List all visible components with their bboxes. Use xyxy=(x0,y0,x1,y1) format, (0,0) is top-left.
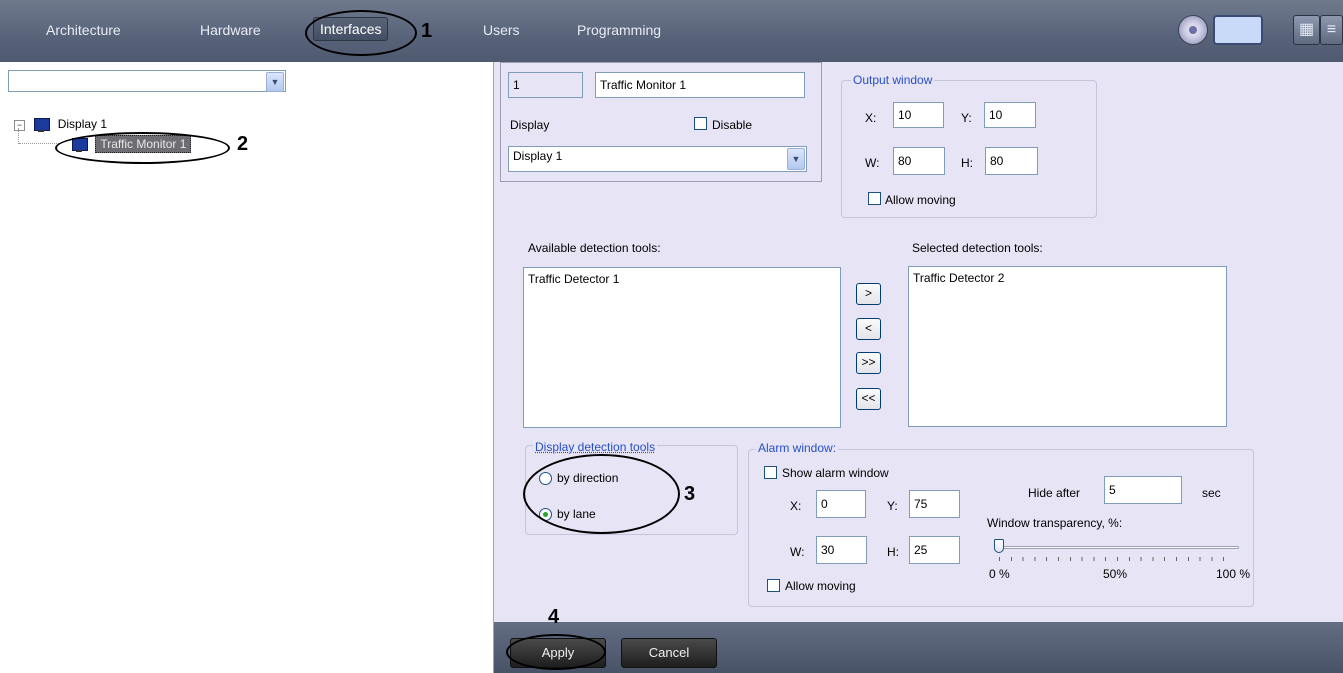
alarm-w-field[interactable] xyxy=(816,536,867,564)
selected-tools-list[interactable]: Traffic Detector 2 xyxy=(908,266,1227,427)
alarm-y-label: Y: xyxy=(887,499,898,513)
settings-panel: Display Disable Display 1 ▼ Output windo… xyxy=(494,62,1343,622)
add-tool-button[interactable]: > xyxy=(856,283,881,305)
display-select[interactable]: Display 1 ▼ xyxy=(508,146,807,172)
callout-ellipse-4 xyxy=(506,634,606,670)
monitor-icon xyxy=(34,118,51,133)
cancel-button[interactable]: Cancel xyxy=(621,638,717,668)
display-tools-title: Display detection tools xyxy=(533,440,658,454)
object-id-field[interactable] xyxy=(508,72,583,98)
tab-users[interactable]: Users xyxy=(483,22,520,38)
transparency-slider-track[interactable] xyxy=(994,546,1239,549)
alarm-h-label: H: xyxy=(887,545,899,559)
display-select-value: Display 1 xyxy=(513,149,563,163)
compass-icon[interactable] xyxy=(1178,15,1208,45)
show-alarm-checkbox[interactable] xyxy=(764,466,777,479)
slider-tick-50: 50% xyxy=(1103,567,1128,581)
bottom-action-bar: Apply Cancel xyxy=(494,622,1343,673)
menu-icon[interactable]: ≡ xyxy=(1320,15,1343,45)
object-name-field[interactable] xyxy=(595,72,805,98)
alarm-allow-moving-label: Allow moving xyxy=(785,579,856,593)
add-all-tools-button[interactable]: >> xyxy=(856,352,881,374)
list-item[interactable]: Traffic Detector 1 xyxy=(528,272,836,286)
callout-number-2: 2 xyxy=(237,133,249,155)
callout-number-1: 1 xyxy=(421,20,433,42)
alarm-y-field[interactable] xyxy=(909,490,960,518)
output-h-field[interactable] xyxy=(985,147,1038,175)
callout-ellipse-2 xyxy=(55,132,230,164)
output-y-field[interactable] xyxy=(984,102,1036,128)
callout-ellipse-3 xyxy=(523,454,680,534)
alarm-w-label: W: xyxy=(790,545,805,559)
object-type-select[interactable]: ▼ xyxy=(8,70,286,92)
alarm-x-field[interactable] xyxy=(816,490,866,518)
alarm-h-field[interactable] xyxy=(909,536,960,564)
tree-node-label: Display 1 xyxy=(57,117,108,131)
tree-line xyxy=(18,128,19,144)
output-x-field[interactable] xyxy=(893,102,944,128)
search-field-frame xyxy=(1212,15,1266,45)
selected-tools-label: Selected detection tools: xyxy=(912,241,1043,255)
available-tools-list[interactable]: Traffic Detector 1 xyxy=(523,267,841,428)
alarm-x-label: X: xyxy=(790,499,802,513)
output-h-label: H: xyxy=(961,156,973,170)
display-label: Display xyxy=(510,118,550,132)
slider-tick-0: 0 % xyxy=(989,567,1010,581)
list-item[interactable]: Traffic Detector 2 xyxy=(913,271,1222,285)
grid-view-icon[interactable]: ▦ xyxy=(1293,15,1320,45)
hide-after-field[interactable] xyxy=(1104,476,1182,504)
slider-ticks xyxy=(999,557,1235,561)
chevron-down-icon[interactable]: ▼ xyxy=(787,148,805,170)
output-window-title: Output window xyxy=(851,73,935,87)
show-alarm-label: Show alarm window xyxy=(782,466,889,480)
output-y-label: Y: xyxy=(961,111,972,125)
tab-programming[interactable]: Programming xyxy=(577,22,661,38)
remove-all-tools-button[interactable]: << xyxy=(856,388,881,410)
top-navigation-bar: Architecture Hardware Interfaces Users P… xyxy=(0,0,1343,62)
chevron-down-icon[interactable]: ▼ xyxy=(266,72,284,92)
disable-label: Disable xyxy=(712,118,753,132)
tree-node-display-1[interactable]: − Display 1 xyxy=(14,117,108,133)
tab-hardware[interactable]: Hardware xyxy=(200,22,261,38)
slider-tick-100: 100 % xyxy=(1216,567,1251,581)
alarm-window-title: Alarm window: xyxy=(756,441,839,455)
remove-tool-button[interactable]: < xyxy=(856,318,881,340)
transparency-label: Window transparency, %: xyxy=(987,516,1123,530)
transparency-slider-thumb[interactable] xyxy=(994,539,1004,553)
output-w-label: W: xyxy=(865,156,880,170)
callout-number-4: 4 xyxy=(548,606,560,628)
hide-after-label: Hide after xyxy=(1028,486,1081,500)
callout-number-3: 3 xyxy=(684,483,696,505)
output-allow-moving-label: Allow moving xyxy=(885,193,956,207)
hide-after-unit: sec xyxy=(1202,486,1221,500)
tree-line xyxy=(19,143,59,144)
alarm-allow-moving-checkbox[interactable] xyxy=(767,579,780,592)
callout-ellipse-1 xyxy=(305,10,417,56)
tab-architecture[interactable]: Architecture xyxy=(46,22,121,38)
disable-checkbox[interactable] xyxy=(694,117,707,130)
output-allow-moving-checkbox[interactable] xyxy=(868,192,881,205)
output-w-field[interactable] xyxy=(893,147,945,175)
collapse-icon[interactable]: − xyxy=(14,120,25,131)
available-tools-label: Available detection tools: xyxy=(528,241,661,255)
object-tree-pane: ▼ − Display 1 Traffic Monitor 1 2 xyxy=(0,62,494,673)
output-x-label: X: xyxy=(865,111,877,125)
